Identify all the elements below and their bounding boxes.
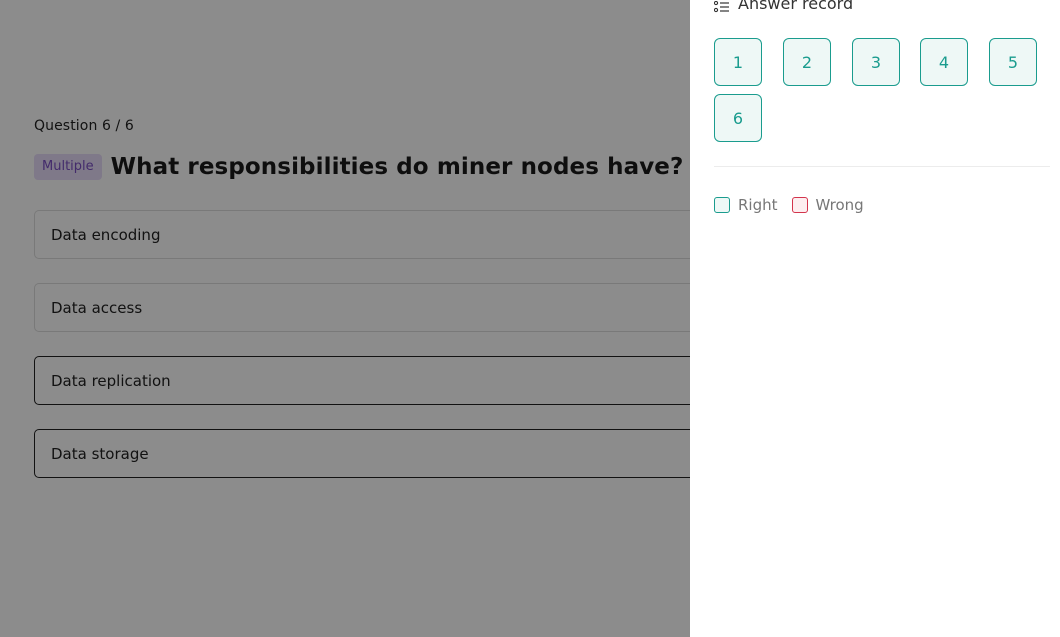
answer-legend: Right Wrong [714,196,878,214]
question-number-button-2[interactable]: 2 [783,38,831,86]
list-icon [713,0,730,12]
wrong-swatch [791,197,808,213]
quiz-page: Question 6 / 6 Multiple What responsibil… [0,0,1060,637]
question-number-button-1[interactable]: 1 [714,38,762,86]
drawer-header: Answer record [713,0,854,13]
drawer-title: Answer record [738,0,854,13]
question-number-button-5[interactable]: 5 [989,38,1037,86]
question-number-button-6[interactable]: 6 [714,94,762,142]
question-number-button-3[interactable]: 3 [852,38,900,86]
answer-record-drawer: Answer record 1 2 3 4 5 6 Right Wrong [690,0,1060,637]
legend-wrong: Wrong [791,196,864,214]
legend-right-label: Right [738,196,778,214]
legend-wrong-label: Wrong [815,196,864,214]
right-swatch [714,197,730,213]
question-number-button-4[interactable]: 4 [920,38,968,86]
drawer-divider [714,166,1050,167]
legend-right: Right [714,196,778,214]
